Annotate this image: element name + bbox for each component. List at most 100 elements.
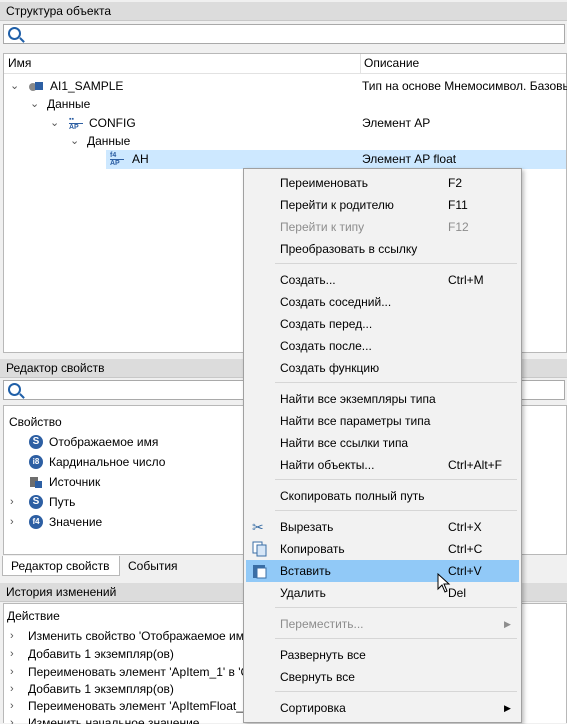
- ap-float-icon: f4 AP: [110, 152, 124, 167]
- context-menu: Переименовать F2 Перейти к родителю F11 …: [243, 168, 522, 723]
- menu-item-label: Копировать: [280, 542, 345, 556]
- menu-item-shortcut: F12: [448, 220, 469, 234]
- tree-item-label: Данные: [87, 134, 131, 148]
- menu-item-label: Создать после...: [280, 339, 372, 353]
- menu-item-label: Создать...: [280, 273, 336, 287]
- column-header-property[interactable]: Свойство: [9, 415, 62, 429]
- chevron-right-icon[interactable]: ›: [10, 645, 14, 664]
- property-label: Источник: [49, 475, 101, 489]
- menu-item-shortcut: Ctrl+M: [448, 273, 484, 287]
- column-divider[interactable]: [360, 54, 361, 73]
- menu-separator: [275, 510, 517, 511]
- menu-item-expand-all[interactable]: Развернуть все: [246, 644, 519, 666]
- tree-item-description: Тип на основе Мнемосимвол. Базовы: [362, 79, 567, 93]
- menu-item-label: Создать функцию: [280, 361, 380, 375]
- chevron-right-icon[interactable]: ›: [10, 513, 14, 532]
- mnemonic-type-icon: [28, 79, 43, 93]
- menu-separator: [275, 607, 517, 608]
- menu-item-label: Переименовать: [280, 176, 368, 190]
- float4-type-icon: f4: [29, 515, 43, 529]
- menu-item-copy-full-path[interactable]: Скопировать полный путь: [246, 485, 519, 507]
- menu-separator: [275, 479, 517, 480]
- menu-item-label: Перейти к типу: [280, 220, 365, 234]
- menu-item-create-before[interactable]: Создать перед...: [246, 313, 519, 335]
- menu-item-create-after[interactable]: Создать после...: [246, 335, 519, 357]
- menu-separator: [275, 691, 517, 692]
- submenu-arrow-icon: ▶: [504, 703, 511, 713]
- menu-item-rename[interactable]: Переименовать F2: [246, 172, 519, 194]
- menu-separator: [275, 638, 517, 639]
- tree-row[interactable]: ⌄ Данные: [4, 132, 566, 151]
- column-header-name[interactable]: Имя: [8, 56, 31, 70]
- menu-item-delete[interactable]: Удалить Del: [246, 582, 519, 604]
- menu-item-cut[interactable]: ✂ Вырезать Ctrl+X: [246, 516, 519, 538]
- chevron-down-icon[interactable]: ⌄: [10, 77, 19, 96]
- tree-header: Имя Описание: [4, 54, 566, 74]
- string-type-icon: S: [29, 435, 43, 449]
- tree-item-label: Данные: [47, 97, 91, 111]
- menu-item-move[interactable]: Переместить... ▶: [246, 613, 519, 635]
- menu-item-label: Свернуть все: [280, 670, 355, 684]
- chevron-down-icon[interactable]: ⌄: [70, 132, 79, 151]
- menu-item-label: Сортировка: [280, 701, 346, 715]
- chevron-down-icon[interactable]: ⌄: [30, 95, 39, 114]
- tree-item-label: AH: [132, 152, 149, 166]
- menu-item-copy[interactable]: Копировать Ctrl+C: [246, 538, 519, 560]
- tree-item-description: Элемент AP float: [362, 152, 457, 166]
- menu-item-label: Создать соседний...: [280, 295, 392, 309]
- menu-item-label: Найти все ссылки типа: [280, 436, 409, 450]
- menu-separator: [275, 382, 517, 383]
- copy-icon: [252, 541, 268, 557]
- menu-item-label: Найти все экземпляры типа: [280, 392, 436, 406]
- menu-item-paste[interactable]: Вставить Ctrl+V: [246, 560, 519, 582]
- search-icon: [8, 383, 21, 396]
- tree-item-label: CONFIG: [89, 116, 136, 130]
- structure-search-input[interactable]: [3, 24, 565, 44]
- tab-events[interactable]: События: [120, 556, 190, 576]
- property-label: Кардинальное число: [49, 455, 166, 469]
- menu-item-collapse-all[interactable]: Свернуть все: [246, 666, 519, 688]
- menu-item-go-to-type[interactable]: Перейти к типу F12: [246, 216, 519, 238]
- column-header-action[interactable]: Действие: [7, 609, 60, 623]
- menu-item-label: Вырезать: [280, 520, 334, 534]
- menu-item-find-type-instances[interactable]: Найти все экземпляры типа: [246, 388, 519, 410]
- menu-item-sort[interactable]: Сортировка ▶: [246, 697, 519, 719]
- tree-row[interactable]: ⌄ AI1_SAMPLE Тип на основе Мнемосимвол. …: [4, 77, 567, 96]
- menu-item-create[interactable]: Создать... Ctrl+M: [246, 269, 519, 291]
- tree-row[interactable]: ⌄ ▪▪ AP CONFIG Элемент AP: [4, 114, 566, 133]
- tab-property-editor[interactable]: Редактор свойств: [2, 556, 120, 576]
- menu-item-find-objects[interactable]: Найти объекты... Ctrl+Alt+F: [246, 454, 519, 476]
- tree-row-selected[interactable]: f4 AP AH Элемент AP float: [106, 150, 566, 169]
- menu-item-go-to-parent[interactable]: Перейти к родителю F11: [246, 194, 519, 216]
- menu-item-label: Найти все параметры типа: [280, 414, 431, 428]
- structure-panel-title: Структура объекта: [0, 2, 567, 21]
- menu-item-label: Преобразовать в ссылку: [280, 242, 418, 256]
- menu-item-find-type-links[interactable]: Найти все ссылки типа: [246, 432, 519, 454]
- menu-item-label: Найти объекты...: [280, 458, 375, 472]
- tree-item-description: Элемент AP: [362, 116, 431, 130]
- ap-element-icon: ▪▪ AP: [69, 116, 83, 131]
- menu-item-create-function[interactable]: Создать функцию: [246, 357, 519, 379]
- menu-item-shortcut: F11: [448, 198, 468, 212]
- string-type-icon: S: [29, 495, 43, 509]
- column-header-description[interactable]: Описание: [364, 56, 419, 70]
- menu-item-label: Создать перед...: [280, 317, 373, 331]
- history-item-label: Изменить свойство 'Отображаемое им: [28, 629, 244, 643]
- chevron-right-icon[interactable]: ›: [10, 627, 14, 646]
- mouse-pointer-icon: [437, 573, 451, 593]
- menu-item-shortcut: Ctrl+V: [448, 564, 482, 578]
- chevron-right-icon[interactable]: ›: [10, 493, 14, 512]
- menu-item-shortcut: Ctrl+X: [448, 520, 482, 534]
- menu-item-convert-to-link[interactable]: Преобразовать в ссылку: [246, 238, 519, 260]
- scissors-icon: ✂: [252, 519, 264, 535]
- chevron-down-icon[interactable]: ⌄: [50, 114, 59, 133]
- menu-separator: [275, 263, 517, 264]
- int8-type-icon: i8: [29, 455, 43, 469]
- menu-item-find-type-params[interactable]: Найти все параметры типа: [246, 410, 519, 432]
- property-label: Путь: [49, 495, 76, 509]
- menu-item-label: Удалить: [280, 586, 326, 600]
- menu-item-label: Скопировать полный путь: [280, 489, 425, 503]
- menu-item-label: Переместить...: [280, 617, 364, 631]
- tree-row[interactable]: ⌄ Данные: [4, 95, 566, 114]
- menu-item-create-sibling[interactable]: Создать соседний...: [246, 291, 519, 313]
